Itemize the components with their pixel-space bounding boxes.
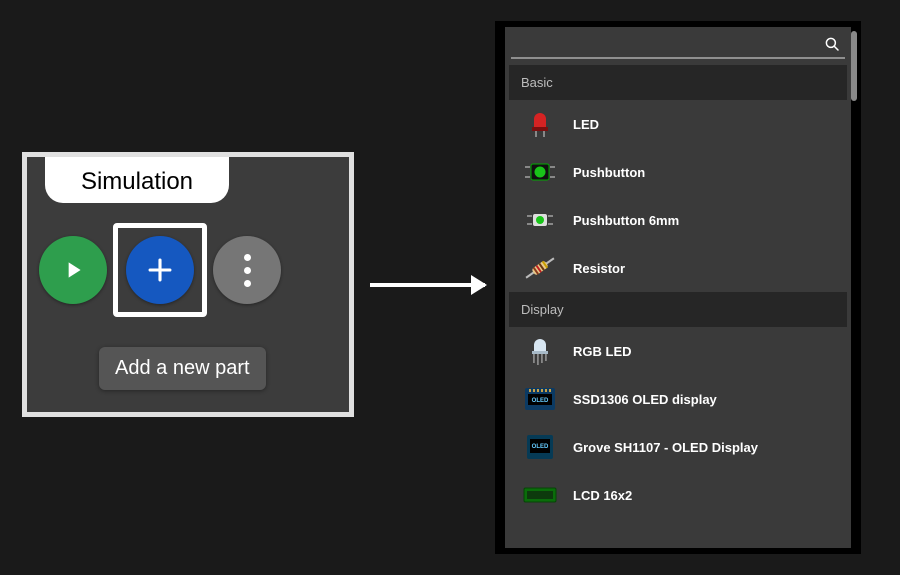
part-item-ssd1306[interactable]: OLED SSD1306 OLED display <box>505 375 851 423</box>
rgb-led-icon <box>523 336 557 366</box>
parts-scrollbar[interactable] <box>851 27 857 548</box>
part-item-pushbutton-6mm[interactable]: Pushbutton 6mm <box>505 196 851 244</box>
scrollbar-thumb[interactable] <box>851 31 857 101</box>
play-icon <box>60 257 86 283</box>
oled-sh1107-icon: OLED <box>523 432 557 462</box>
more-vertical-icon <box>244 254 251 287</box>
add-button-highlight <box>113 223 207 317</box>
oled-ssd1306-icon: OLED <box>523 384 557 414</box>
led-icon <box>523 109 557 139</box>
plus-icon <box>143 253 177 287</box>
simulation-toolbar-crop: Simulation Add a new part <box>22 152 354 417</box>
part-item-lcd-16x2[interactable]: LCD 16x2 <box>505 471 851 519</box>
add-part-tooltip: Add a new part <box>99 347 266 390</box>
part-label: RGB LED <box>573 344 841 359</box>
play-button[interactable] <box>39 236 107 304</box>
resistor-icon <box>523 253 557 283</box>
add-part-button[interactable] <box>126 236 194 304</box>
more-options-button[interactable] <box>213 236 281 304</box>
parts-picker-inner: Basic LED Push <box>505 27 851 548</box>
pushbutton-icon <box>523 157 557 187</box>
search-icon <box>823 35 841 53</box>
parts-search-row[interactable] <box>511 31 845 59</box>
part-item-grove-sh1107[interactable]: OLED Grove SH1107 - OLED Display <box>505 423 851 471</box>
part-label: Pushbutton 6mm <box>573 213 841 228</box>
part-label: LED <box>573 117 841 132</box>
add-part-tooltip-text: Add a new part <box>115 357 250 379</box>
lcd-16x2-icon <box>523 480 557 510</box>
arrow-annotation <box>370 283 485 287</box>
part-item-rgb-led[interactable]: RGB LED <box>505 327 851 375</box>
section-header-basic: Basic <box>509 65 847 100</box>
section-header-display-label: Display <box>521 302 564 317</box>
pushbutton-6mm-icon <box>523 205 557 235</box>
part-label: Pushbutton <box>573 165 841 180</box>
part-label: SSD1306 OLED display <box>573 392 841 407</box>
part-item-pushbutton[interactable]: Pushbutton <box>505 148 851 196</box>
part-item-led[interactable]: LED <box>505 100 851 148</box>
svg-text:OLED: OLED <box>532 444 549 450</box>
section-header-display: Display <box>509 292 847 327</box>
part-label: Resistor <box>573 261 841 276</box>
tab-simulation-label: Simulation <box>81 168 193 196</box>
svg-text:OLED: OLED <box>532 398 549 404</box>
part-label: LCD 16x2 <box>573 488 841 503</box>
parts-picker-panel: Basic LED Push <box>495 21 861 554</box>
parts-search-input[interactable] <box>511 36 823 53</box>
part-item-resistor[interactable]: Resistor <box>505 244 851 292</box>
part-label: Grove SH1107 - OLED Display <box>573 440 841 455</box>
section-header-basic-label: Basic <box>521 75 553 90</box>
toolbar-button-row <box>39 223 281 317</box>
tab-simulation[interactable]: Simulation <box>45 157 229 203</box>
